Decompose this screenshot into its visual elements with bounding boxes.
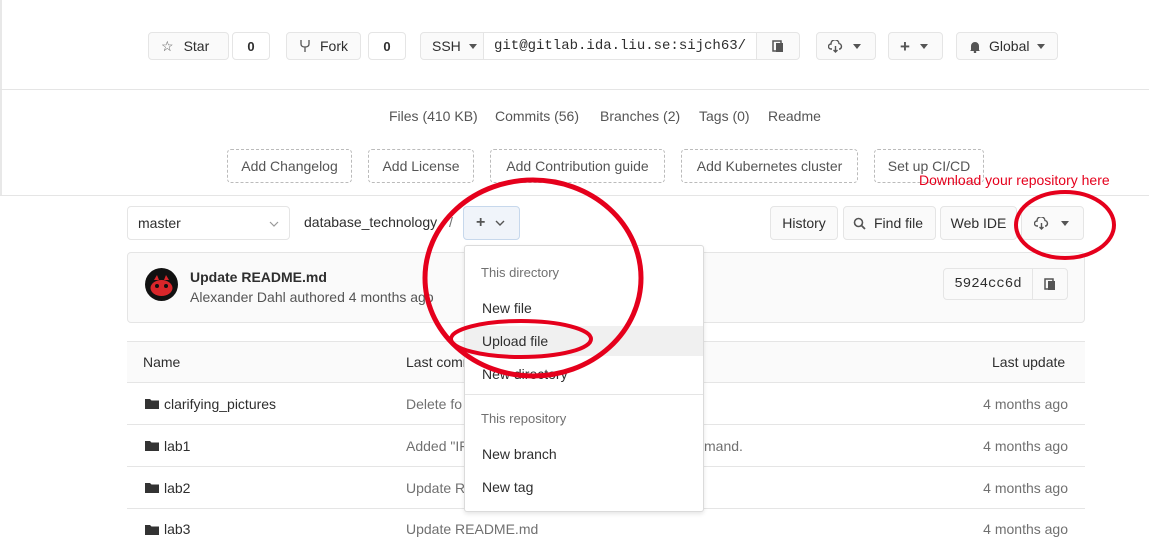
annotation-overlay [422, 177, 1116, 379]
annotation-circle-upload [449, 319, 593, 359]
annotation-circle-download [1014, 190, 1116, 260]
